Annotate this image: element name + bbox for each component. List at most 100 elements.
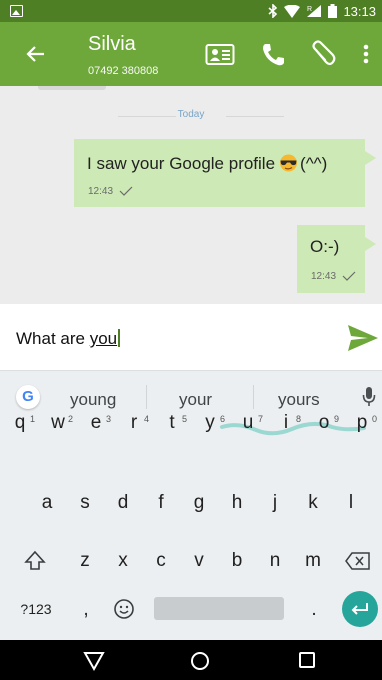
key-v[interactable]: v [183, 546, 215, 576]
keyboard: G young your yours 1q 2w 3e 4r 5t 6y 7u … [0, 370, 382, 640]
space-key[interactable] [154, 597, 284, 620]
date-separator: Today [0, 108, 382, 124]
contact-card-icon[interactable] [205, 40, 235, 68]
signal-icon: R [307, 5, 322, 17]
message-input-text: What are [16, 329, 90, 348]
sunglasses-emoji-icon [280, 154, 298, 172]
suggestion-divider [253, 385, 254, 409]
app-bar: Silvia 07492 380808 [0, 22, 382, 86]
compose-bar: What are you [0, 304, 382, 370]
enter-key[interactable] [342, 591, 378, 627]
key-label: t [169, 412, 175, 433]
key-hint: 0 [371, 414, 377, 424]
key-m[interactable]: m [297, 546, 329, 576]
message-text: I saw your Google profile (^^) [87, 153, 327, 174]
status-bar: R 13:13 [0, 0, 382, 22]
signal-label: R [307, 6, 312, 13]
key-k[interactable]: k [297, 488, 329, 518]
nav-home-icon[interactable] [188, 648, 212, 672]
key-hint: 9 [333, 414, 339, 424]
key-a[interactable]: a [31, 488, 63, 518]
nav-back-icon[interactable] [82, 648, 106, 672]
contact-name[interactable]: Silvia [88, 33, 136, 56]
more-vert-icon[interactable] [356, 40, 376, 68]
key-hint: 7 [257, 414, 263, 424]
message-text-main: I saw your Google profile [87, 154, 276, 173]
message-list[interactable]: Today I saw your Google profile (^^) 12:… [0, 86, 382, 304]
sent-check-icon [119, 186, 133, 196]
status-icons: R 13:13 [268, 3, 376, 19]
key-q[interactable]: 1q [4, 407, 36, 439]
message-time: 12:43 [88, 186, 114, 197]
composing-word: you [89, 329, 118, 348]
message-input[interactable]: What are you [16, 329, 121, 349]
key-o[interactable]: 9o [308, 407, 340, 439]
wifi-icon [284, 4, 301, 18]
key-hint: 1 [29, 414, 35, 424]
key-comma[interactable]: , [76, 597, 96, 623]
text-cursor [118, 329, 121, 347]
image-notification-icon [10, 5, 23, 17]
key-n[interactable]: n [259, 546, 291, 576]
key-d[interactable]: d [107, 488, 139, 518]
emoji-key-icon[interactable] [112, 597, 136, 621]
date-divider-right [226, 116, 284, 117]
enter-icon [351, 603, 368, 615]
key-t[interactable]: 5t [156, 407, 188, 439]
nav-recents-icon[interactable] [295, 648, 319, 672]
key-period[interactable]: . [304, 597, 324, 623]
key-hint: 5 [181, 414, 187, 424]
sent-check-icon [342, 271, 356, 281]
key-label: o [318, 412, 330, 433]
contact-phone: 07492 380808 [88, 65, 159, 77]
key-hint: 4 [143, 414, 149, 424]
key-b[interactable]: b [221, 546, 253, 576]
key-e[interactable]: 3e [80, 407, 112, 439]
key-hint: 8 [295, 414, 301, 424]
status-time: 13:13 [343, 3, 376, 19]
key-label: p [356, 412, 368, 433]
key-label: w [51, 412, 65, 433]
key-label: y [205, 412, 215, 433]
message-text-emoticon: (^^) [300, 154, 328, 173]
key-label: r [130, 412, 138, 433]
key-z[interactable]: z [69, 546, 101, 576]
bubble-tail [365, 151, 376, 165]
key-u[interactable]: 7u [232, 407, 264, 439]
key-p[interactable]: 0p [346, 407, 378, 439]
key-r[interactable]: 4r [118, 407, 150, 439]
key-hint: 6 [219, 414, 225, 424]
message-bubble[interactable]: O:-) 12:43 [297, 225, 376, 293]
paperclip-icon[interactable] [308, 40, 338, 68]
key-i[interactable]: 8i [270, 407, 302, 439]
key-c[interactable]: c [145, 546, 177, 576]
message-bubble[interactable]: I saw your Google profile (^^) 12:43 [74, 139, 376, 207]
key-f[interactable]: f [145, 488, 177, 518]
back-arrow-icon[interactable] [24, 42, 48, 66]
phone-icon[interactable] [258, 40, 288, 68]
key-label: q [14, 412, 26, 433]
key-hint: 3 [105, 414, 111, 424]
bubble-tail [365, 237, 376, 251]
google-g-icon[interactable]: G [16, 385, 40, 409]
key-y[interactable]: 6y [194, 407, 226, 439]
send-icon[interactable] [346, 321, 380, 355]
key-label: u [242, 412, 254, 433]
symbols-key[interactable]: ?123 [14, 597, 58, 621]
key-j[interactable]: j [259, 488, 291, 518]
key-w[interactable]: 2w [42, 407, 74, 439]
navigation-bar [0, 640, 382, 680]
bluetooth-icon [268, 4, 278, 18]
battery-icon [328, 4, 338, 18]
message-text: O:-) [310, 237, 340, 256]
key-l[interactable]: l [335, 488, 367, 518]
date-label: Today [177, 109, 205, 120]
backspace-icon[interactable] [343, 548, 373, 574]
key-h[interactable]: h [221, 488, 253, 518]
key-s[interactable]: s [69, 488, 101, 518]
key-label: i [283, 412, 289, 433]
shift-icon[interactable] [20, 546, 50, 576]
message-time: 12:43 [311, 271, 337, 282]
key-x[interactable]: x [107, 546, 139, 576]
key-g[interactable]: g [183, 488, 215, 518]
